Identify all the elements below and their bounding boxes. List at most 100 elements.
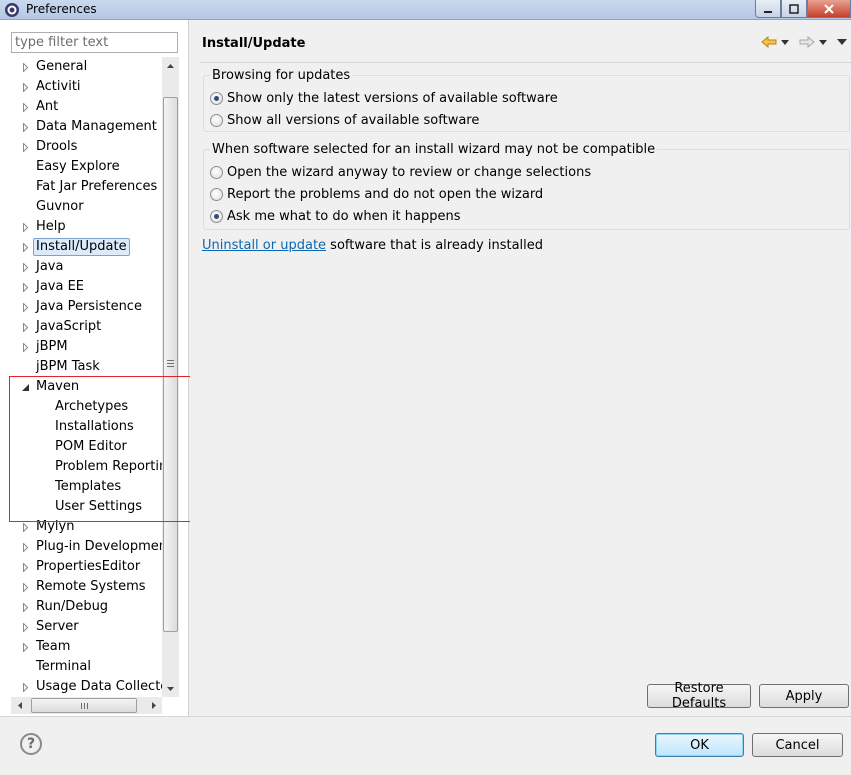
collapsed-arrow-icon[interactable] xyxy=(20,518,30,536)
tree-item[interactable]: Maven xyxy=(0,378,162,396)
tree-item[interactable]: Guvnor xyxy=(0,198,162,216)
tree-item[interactable]: Remote Systems xyxy=(0,578,162,596)
scroll-left-icon xyxy=(17,702,22,709)
tree-item[interactable]: Templates xyxy=(0,478,162,496)
help-icon[interactable]: ? xyxy=(20,733,42,755)
collapsed-arrow-icon[interactable] xyxy=(20,98,30,116)
tree-item[interactable]: General xyxy=(0,58,162,76)
restore-defaults-button[interactable]: Restore Defaults xyxy=(647,681,751,711)
tree-item[interactable]: Install/Update xyxy=(0,238,162,256)
collapsed-arrow-icon[interactable] xyxy=(20,238,30,256)
radio-report-problems[interactable]: Report the problems and do not open the … xyxy=(210,185,543,203)
cancel-button[interactable]: Cancel xyxy=(752,733,843,757)
tree-item[interactable]: JavaScript xyxy=(0,318,162,336)
tree-item[interactable]: Usage Data Collector xyxy=(0,678,162,696)
collapsed-arrow-icon[interactable] xyxy=(20,638,30,656)
ok-button[interactable]: OK xyxy=(655,733,744,757)
collapsed-arrow-icon[interactable] xyxy=(20,218,30,236)
tree-item[interactable]: Help xyxy=(0,218,162,236)
radio-ask-me[interactable]: Ask me what to do when it happens xyxy=(210,207,461,225)
radio-button[interactable] xyxy=(210,91,223,105)
back-button[interactable] xyxy=(761,33,777,51)
tree-item[interactable]: Data Management xyxy=(0,118,162,136)
tree-item[interactable]: Plug-in Development xyxy=(0,538,162,556)
tree-item-label: General xyxy=(36,59,88,74)
collapsed-arrow-icon[interactable] xyxy=(20,578,30,596)
tree-item[interactable]: Server xyxy=(0,618,162,636)
collapsed-arrow-icon[interactable] xyxy=(20,278,30,296)
collapsed-arrow-icon[interactable] xyxy=(20,78,30,96)
tree-item-label: Drools xyxy=(36,139,78,154)
tree-item[interactable]: POM Editor xyxy=(0,438,162,456)
maximize-button[interactable] xyxy=(781,0,807,18)
tree-item[interactable]: Java xyxy=(0,258,162,276)
radio-button[interactable] xyxy=(210,187,223,201)
tree-item[interactable]: Run/Debug xyxy=(0,598,162,616)
scroll-left-arrow[interactable] xyxy=(11,697,28,714)
collapsed-arrow-icon[interactable] xyxy=(20,298,30,316)
tree-vertical-scrollbar[interactable] xyxy=(162,57,179,697)
tree-item[interactable]: PropertiesEditor xyxy=(0,558,162,576)
tree-horizontal-scrollbar[interactable] xyxy=(11,697,162,714)
tree-item[interactable]: jBPM xyxy=(0,338,162,356)
tree-item[interactable]: Easy Explore xyxy=(0,158,162,176)
tree-item[interactable]: Team xyxy=(0,638,162,656)
minimize-button[interactable] xyxy=(755,0,781,18)
radio-label: Ask me what to do when it happens xyxy=(227,208,461,224)
collapsed-arrow-icon[interactable] xyxy=(20,258,30,276)
tree-item[interactable]: Installations xyxy=(0,418,162,436)
collapsed-arrow-icon[interactable] xyxy=(20,138,30,156)
tree-item[interactable]: Activiti xyxy=(0,78,162,96)
forward-button[interactable] xyxy=(799,33,815,51)
scroll-down-icon xyxy=(167,686,174,691)
page-title: Install/Update xyxy=(202,36,306,51)
tree-item[interactable]: Terminal xyxy=(0,658,162,676)
tree-item-label: User Settings xyxy=(55,499,143,514)
back-history-dropdown[interactable] xyxy=(781,33,789,51)
radio-all-versions[interactable]: Show all versions of available software xyxy=(210,111,479,129)
page-navigation xyxy=(761,33,847,51)
tree-item[interactable]: Problem Reporting xyxy=(0,458,162,476)
radio-button[interactable] xyxy=(210,209,223,223)
collapsed-arrow-icon[interactable] xyxy=(20,318,30,336)
scroll-right-arrow[interactable] xyxy=(145,697,162,714)
collapsed-arrow-icon[interactable] xyxy=(20,678,30,696)
apply-button[interactable]: Apply xyxy=(759,684,849,708)
radio-label: Report the problems and do not open the … xyxy=(227,186,544,202)
tree-item[interactable]: Java Persistence xyxy=(0,298,162,316)
close-button[interactable] xyxy=(807,0,851,18)
radio-latest-versions[interactable]: Show only the latest versions of availab… xyxy=(210,89,558,107)
scroll-up-arrow[interactable] xyxy=(162,57,179,74)
collapsed-arrow-icon[interactable] xyxy=(20,538,30,556)
collapsed-arrow-icon[interactable] xyxy=(20,598,30,616)
forward-history-dropdown[interactable] xyxy=(819,33,827,51)
collapsed-arrow-icon[interactable] xyxy=(20,118,30,136)
tree-item[interactable]: Ant xyxy=(0,98,162,116)
tree-item[interactable]: Drools xyxy=(0,138,162,156)
horizontal-scrollbar-thumb[interactable] xyxy=(31,698,137,713)
window-title: Preferences xyxy=(26,2,97,16)
radio-open-wizard[interactable]: Open the wizard anyway to review or chan… xyxy=(210,163,591,181)
filter-input[interactable] xyxy=(11,32,178,53)
view-menu-button[interactable] xyxy=(837,33,847,51)
uninstall-update-text: Uninstall or update software that is alr… xyxy=(202,238,543,253)
title-bar: Preferences xyxy=(0,0,851,20)
tree-item[interactable]: Java EE xyxy=(0,278,162,296)
radio-button[interactable] xyxy=(210,113,223,127)
tree-item[interactable]: Archetypes xyxy=(0,398,162,416)
footer-separator xyxy=(0,716,851,717)
collapsed-arrow-icon[interactable] xyxy=(20,618,30,636)
tree-item[interactable]: Mylyn xyxy=(0,518,162,536)
uninstall-update-link[interactable]: Uninstall or update xyxy=(202,238,326,253)
tree-item[interactable]: User Settings xyxy=(0,498,162,516)
tree-item-label: POM Editor xyxy=(55,439,127,454)
tree-item[interactable]: jBPM Task xyxy=(0,358,162,376)
collapsed-arrow-icon[interactable] xyxy=(20,558,30,576)
scroll-down-arrow[interactable] xyxy=(162,680,179,697)
radio-button[interactable] xyxy=(210,165,223,179)
scrollbar-thumb[interactable] xyxy=(163,97,178,632)
collapsed-arrow-icon[interactable] xyxy=(20,58,30,76)
expanded-arrow-icon[interactable] xyxy=(20,378,30,396)
collapsed-arrow-icon[interactable] xyxy=(20,338,30,356)
tree-item[interactable]: Fat Jar Preferences xyxy=(0,178,162,196)
